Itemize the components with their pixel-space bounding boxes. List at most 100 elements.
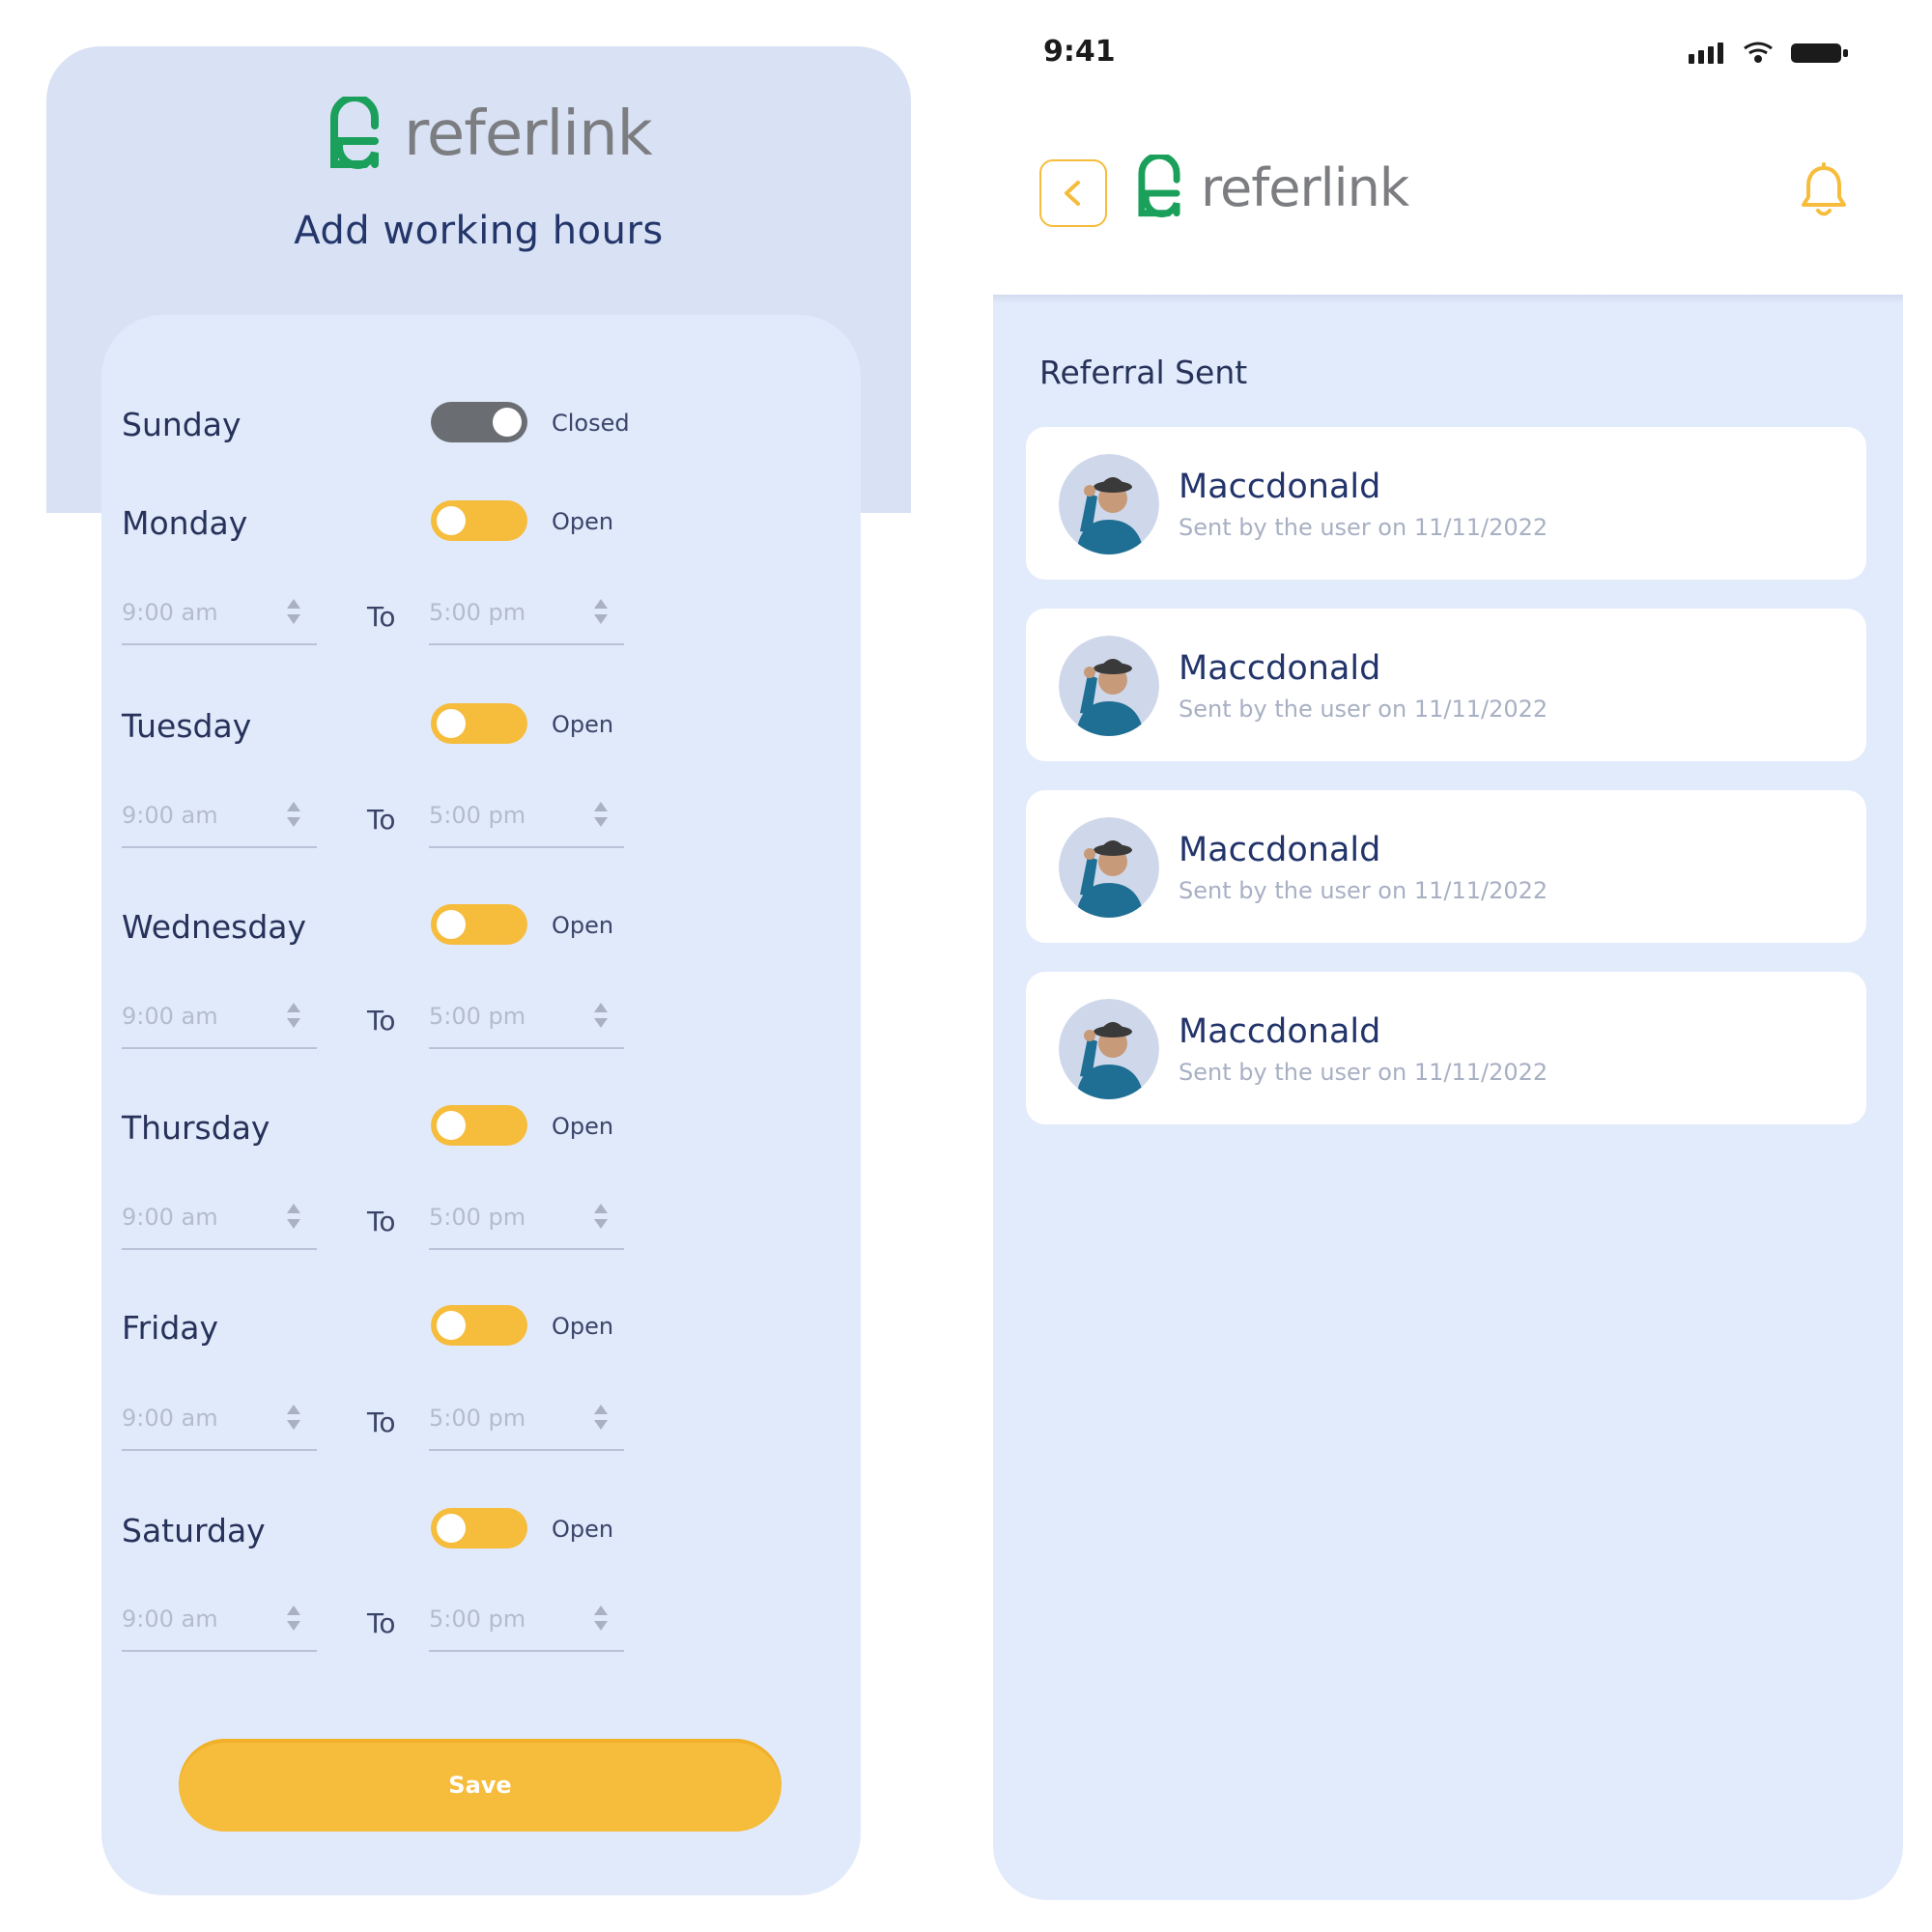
day-label: Friday bbox=[122, 1309, 219, 1347]
day-row-friday: Friday Open bbox=[122, 1305, 663, 1351]
to-time-stepper[interactable] bbox=[591, 1403, 611, 1432]
from-time-stepper[interactable] bbox=[284, 1604, 303, 1633]
from-time-picker[interactable]: 9:00 am bbox=[122, 1596, 317, 1652]
referral-name: Maccdonald bbox=[1179, 649, 1381, 688]
to-time-stepper[interactable] bbox=[591, 1202, 611, 1231]
open-toggle[interactable] bbox=[431, 500, 527, 541]
person-photo bbox=[1059, 454, 1159, 554]
to-time-picker[interactable]: 5:00 pm bbox=[429, 1194, 624, 1250]
to-time-value: 5:00 pm bbox=[429, 1605, 526, 1633]
referral-card[interactable]: Maccdonald Sent by the user on 11/11/2022 bbox=[1026, 427, 1866, 580]
person-photo bbox=[1059, 999, 1159, 1099]
referlink-logo-icon bbox=[330, 97, 379, 169]
day-row-thursday: Thursday Open bbox=[122, 1105, 663, 1151]
referral-meta: Sent by the user on 11/11/2022 bbox=[1179, 514, 1548, 541]
from-time-stepper[interactable] bbox=[284, 597, 303, 626]
from-time-value: 9:00 am bbox=[122, 802, 218, 829]
status-bar-time: 9:41 bbox=[1043, 35, 1116, 69]
brand-name: referlink bbox=[404, 99, 653, 170]
section-title: Referral Sent bbox=[1039, 354, 1248, 391]
to-time-value: 5:00 pm bbox=[429, 599, 526, 626]
to-label: To bbox=[367, 1607, 396, 1639]
time-range-friday: 9:00 am To 5:00 pm bbox=[122, 1395, 663, 1453]
panel-shadow bbox=[993, 295, 1903, 304]
day-label: Saturday bbox=[122, 1512, 266, 1549]
to-time-picker[interactable]: 5:00 pm bbox=[429, 792, 624, 848]
to-time-value: 5:00 pm bbox=[429, 1405, 526, 1432]
toggle-knob bbox=[437, 1111, 466, 1140]
to-time-picker[interactable]: 5:00 pm bbox=[429, 1596, 624, 1652]
stepper-arrows-icon bbox=[287, 1405, 300, 1430]
avatar bbox=[1059, 454, 1159, 554]
referral-brand-logo: referlink bbox=[1135, 155, 1409, 220]
time-range-tuesday: 9:00 am To 5:00 pm bbox=[122, 792, 663, 850]
open-toggle[interactable] bbox=[431, 1105, 527, 1146]
stepper-arrows-icon bbox=[594, 1605, 608, 1631]
from-time-value: 9:00 am bbox=[122, 599, 218, 626]
from-time-stepper[interactable] bbox=[284, 1202, 303, 1231]
day-label: Tuesday bbox=[122, 707, 252, 745]
from-time-picker[interactable]: 9:00 am bbox=[122, 1395, 317, 1451]
to-time-stepper[interactable] bbox=[591, 1604, 611, 1633]
person-photo bbox=[1059, 817, 1159, 918]
from-time-picker[interactable]: 9:00 am bbox=[122, 993, 317, 1049]
back-button[interactable] bbox=[1039, 159, 1107, 227]
toggle-knob bbox=[493, 408, 522, 437]
day-row-saturday: Saturday Open bbox=[122, 1508, 663, 1554]
avatar bbox=[1059, 817, 1159, 918]
wifi-icon bbox=[1744, 42, 1773, 63]
referral-card[interactable]: Maccdonald Sent by the user on 11/11/2022 bbox=[1026, 790, 1866, 943]
time-range-thursday: 9:00 am To 5:00 pm bbox=[122, 1194, 663, 1252]
status-label: Open bbox=[552, 1313, 614, 1340]
status-bar-icons bbox=[1689, 42, 1848, 64]
open-toggle[interactable] bbox=[431, 1305, 527, 1346]
stepper-arrows-icon bbox=[287, 1003, 300, 1028]
to-time-value: 5:00 pm bbox=[429, 802, 526, 829]
stepper-arrows-icon bbox=[594, 1003, 608, 1028]
from-time-value: 9:00 am bbox=[122, 1204, 218, 1231]
signal-icon bbox=[1689, 43, 1723, 64]
to-label: To bbox=[367, 601, 396, 633]
from-time-picker[interactable]: 9:00 am bbox=[122, 1194, 317, 1250]
to-time-stepper[interactable] bbox=[591, 800, 611, 829]
open-toggle[interactable] bbox=[431, 703, 527, 744]
stepper-arrows-icon bbox=[287, 802, 300, 827]
stepper-arrows-icon bbox=[594, 802, 608, 827]
from-time-picker[interactable]: 9:00 am bbox=[122, 589, 317, 645]
brand-name: referlink bbox=[1201, 156, 1409, 218]
to-time-stepper[interactable] bbox=[591, 1001, 611, 1030]
time-range-wednesday: 9:00 am To 5:00 pm bbox=[122, 993, 663, 1051]
open-toggle[interactable] bbox=[431, 904, 527, 945]
from-time-stepper[interactable] bbox=[284, 1001, 303, 1030]
from-time-stepper[interactable] bbox=[284, 1403, 303, 1432]
from-time-stepper[interactable] bbox=[284, 800, 303, 829]
to-label: To bbox=[367, 1206, 396, 1237]
toggle-knob bbox=[437, 1514, 466, 1543]
day-row-tuesday: Tuesday Open bbox=[122, 703, 663, 750]
referral-name: Maccdonald bbox=[1179, 831, 1381, 869]
day-label: Monday bbox=[122, 504, 248, 542]
referral-name: Maccdonald bbox=[1179, 1012, 1381, 1051]
referlink-logo-icon bbox=[1138, 155, 1180, 217]
stepper-arrows-icon bbox=[287, 599, 300, 624]
to-time-value: 5:00 pm bbox=[429, 1204, 526, 1231]
from-time-value: 9:00 am bbox=[122, 1003, 218, 1030]
status-label: Open bbox=[552, 912, 614, 939]
toggle-knob bbox=[437, 506, 466, 535]
to-time-picker[interactable]: 5:00 pm bbox=[429, 1395, 624, 1451]
to-time-picker[interactable]: 5:00 pm bbox=[429, 993, 624, 1049]
from-time-picker[interactable]: 9:00 am bbox=[122, 792, 317, 848]
to-time-stepper[interactable] bbox=[591, 597, 611, 626]
page-title: Add working hours bbox=[294, 209, 664, 253]
referral-card[interactable]: Maccdonald Sent by the user on 11/11/2022 bbox=[1026, 609, 1866, 761]
to-time-picker[interactable]: 5:00 pm bbox=[429, 589, 624, 645]
stepper-arrows-icon bbox=[594, 599, 608, 624]
save-button[interactable]: Save bbox=[179, 1739, 781, 1832]
status-label: Open bbox=[552, 508, 614, 535]
open-toggle[interactable] bbox=[431, 1508, 527, 1548]
referral-card[interactable]: Maccdonald Sent by the user on 11/11/2022 bbox=[1026, 972, 1866, 1124]
open-toggle[interactable] bbox=[431, 402, 527, 442]
status-label: Open bbox=[552, 1113, 614, 1140]
referral-meta: Sent by the user on 11/11/2022 bbox=[1179, 1059, 1548, 1086]
bell-icon[interactable] bbox=[1799, 162, 1849, 220]
